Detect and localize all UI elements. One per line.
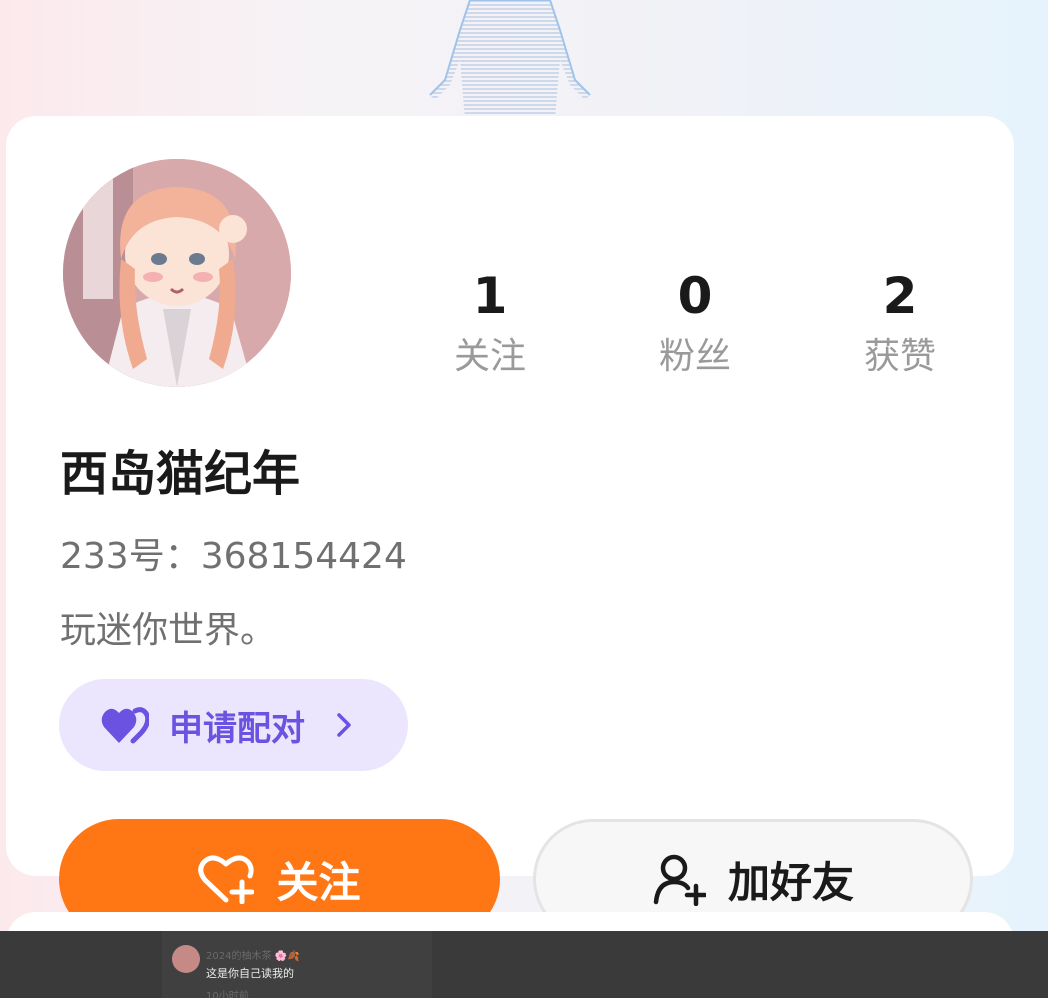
avatar-illustration-icon [63, 159, 291, 387]
chevron-right-icon [337, 713, 351, 737]
person-plus-icon [653, 854, 706, 906]
add-friend-label: 加好友 [727, 857, 854, 907]
bio: 玩迷你世界。 [60, 610, 277, 651]
stat-likes-label: 获赞 [863, 336, 936, 377]
avatar[interactable] [58, 154, 296, 392]
comment-author: 2024的柚木茶 🌸🍂 [206, 951, 300, 962]
stat-following[interactable]: 1 关注 [410, 266, 570, 382]
stat-fans[interactable]: 0 粉丝 [615, 266, 775, 382]
comment-text: 这是你自己读我的 [206, 967, 294, 980]
stat-following-label: 关注 [453, 336, 526, 377]
apply-pair-button[interactable]: 申请配对 [59, 679, 408, 771]
notification-overlay: 2024的柚木茶 🌸🍂 这是你自己读我的 10小时前 [0, 931, 1048, 998]
comment-time: 10小时前 [206, 991, 249, 998]
stat-following-value: 1 [472, 267, 508, 325]
stat-likes-value: 2 [882, 267, 918, 325]
follow-label: 关注 [276, 857, 361, 907]
character-figure-graphic [429, 0, 591, 120]
stat-likes[interactable]: 2 获赞 [820, 266, 980, 382]
user-id: 233号：368154424 [60, 536, 407, 577]
stat-fans-value: 0 [677, 267, 713, 325]
heart-plus-icon [198, 855, 255, 904]
double-heart-icon [101, 707, 149, 744]
comment-preview[interactable]: 2024的柚木茶 🌸🍂 这是你自己读我的 10小时前 [162, 931, 432, 998]
apply-pair-label: 申请配对 [169, 708, 305, 749]
stat-fans-label: 粉丝 [658, 336, 731, 377]
username: 西岛猫纪年 [60, 446, 301, 502]
avatar [172, 945, 200, 973]
profile-card: 1 关注 0 粉丝 2 获赞 西岛猫纪年 233号：368154424 玩迷你世… [6, 116, 1014, 939]
